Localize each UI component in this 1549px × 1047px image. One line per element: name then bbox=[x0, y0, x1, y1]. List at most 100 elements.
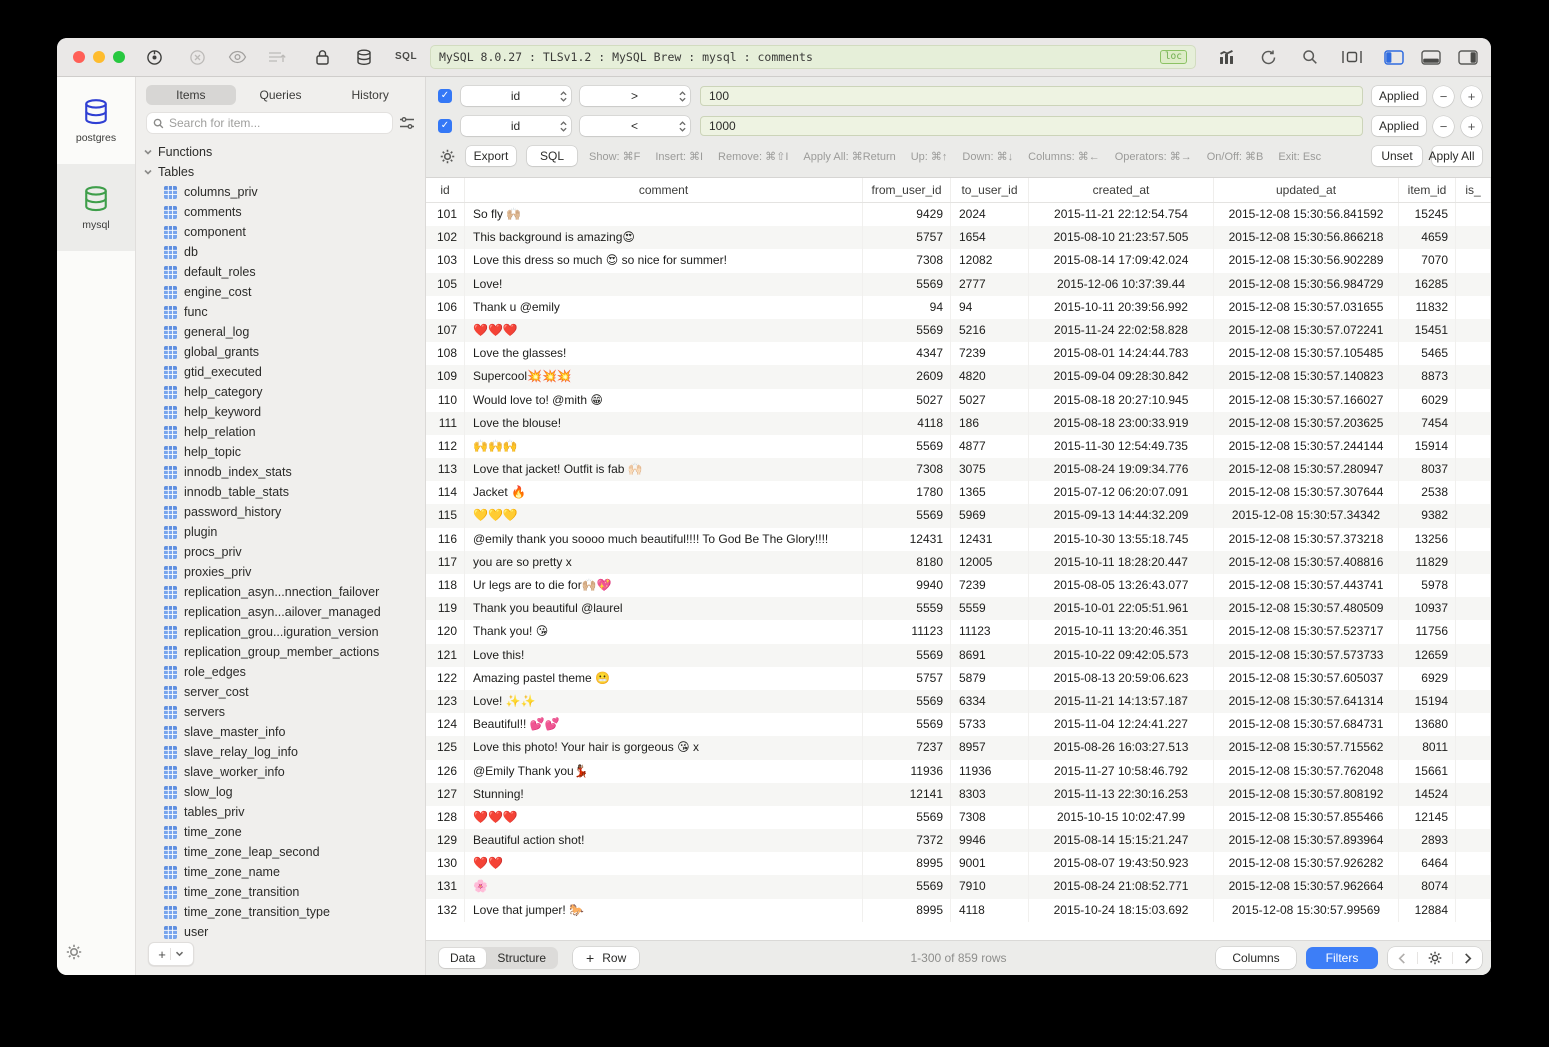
cell-created_at[interactable]: 2015-11-24 22:02:58.828 bbox=[1029, 319, 1214, 342]
cell-from_user_id[interactable]: 5559 bbox=[863, 597, 951, 620]
table-row[interactable]: 128❤️❤️❤️556973082015-10-15 10:02:47.992… bbox=[426, 806, 1491, 829]
cell-updated_at[interactable]: 2015-12-08 15:30:57.408816 bbox=[1214, 551, 1399, 574]
filter-value-input[interactable]: 1000 bbox=[700, 116, 1363, 136]
cell-is[interactable] bbox=[1456, 644, 1491, 667]
cell-created_at[interactable]: 2015-11-30 12:54:49.735 bbox=[1029, 435, 1214, 458]
cell-updated_at[interactable]: 2015-12-08 15:30:57.34342 bbox=[1214, 504, 1399, 527]
cell-comment[interactable]: ❤️❤️ bbox=[465, 852, 863, 875]
cell-created_at[interactable]: 2015-08-05 13:26:43.077 bbox=[1029, 574, 1214, 597]
cell-updated_at[interactable]: 2015-12-08 15:30:57.523717 bbox=[1214, 620, 1399, 643]
cell-comment[interactable]: Love the blouse! bbox=[465, 412, 863, 435]
connect-icon[interactable] bbox=[144, 47, 164, 67]
cell-from_user_id[interactable]: 8180 bbox=[863, 551, 951, 574]
cell-created_at[interactable]: 2015-10-11 18:28:20.447 bbox=[1029, 551, 1214, 574]
search-input[interactable]: Search for item... bbox=[146, 112, 393, 134]
cell-to_user_id[interactable]: 4877 bbox=[951, 435, 1029, 458]
cell-from_user_id[interactable]: 11123 bbox=[863, 620, 951, 643]
layout-center-icon[interactable] bbox=[1342, 47, 1362, 67]
table-row[interactable]: 111Love the blouse!41181862015-08-18 23:… bbox=[426, 412, 1491, 435]
cell-updated_at[interactable]: 2015-12-08 15:30:57.715562 bbox=[1214, 736, 1399, 759]
column-header-comment[interactable]: comment bbox=[465, 178, 863, 202]
cell-to_user_id[interactable]: 5216 bbox=[951, 319, 1029, 342]
cell-from_user_id[interactable]: 5569 bbox=[863, 504, 951, 527]
sidebar-table-item[interactable]: tables_priv bbox=[136, 802, 425, 822]
table-row[interactable]: 103Love this dress so much 😍 so nice for… bbox=[426, 249, 1491, 272]
sidebar-table-item[interactable]: help_topic bbox=[136, 442, 425, 462]
minimize-button[interactable] bbox=[93, 51, 105, 63]
filter-column-select[interactable]: id bbox=[461, 86, 571, 106]
cell-from_user_id[interactable]: 7237 bbox=[863, 736, 951, 759]
cell-item_id[interactable]: 13256 bbox=[1399, 528, 1456, 551]
cell-id[interactable]: 110 bbox=[426, 389, 465, 412]
cell-is[interactable] bbox=[1456, 412, 1491, 435]
zoom-button[interactable] bbox=[113, 51, 125, 63]
remove-filter-button[interactable]: − bbox=[1433, 116, 1454, 137]
cell-to_user_id[interactable]: 9001 bbox=[951, 852, 1029, 875]
cell-updated_at[interactable]: 2015-12-08 15:30:56.984729 bbox=[1214, 273, 1399, 296]
cell-from_user_id[interactable]: 94 bbox=[863, 296, 951, 319]
cell-created_at[interactable]: 2015-07-12 06:20:07.091 bbox=[1029, 481, 1214, 504]
cell-comment[interactable]: Amazing pastel theme 😬 bbox=[465, 667, 863, 690]
cell-comment[interactable]: Thank u @emily bbox=[465, 296, 863, 319]
cell-to_user_id[interactable]: 5879 bbox=[951, 667, 1029, 690]
cell-to_user_id[interactable]: 5733 bbox=[951, 713, 1029, 736]
chevron-left-icon[interactable] bbox=[1398, 953, 1406, 964]
cell-id[interactable]: 120 bbox=[426, 620, 465, 643]
cell-id[interactable]: 121 bbox=[426, 644, 465, 667]
sidebar-table-item[interactable]: time_zone_transition_type bbox=[136, 902, 425, 922]
cell-comment[interactable]: Love! bbox=[465, 273, 863, 296]
cell-comment[interactable]: @Emily Thank you💃🏾 bbox=[465, 760, 863, 783]
cell-item_id[interactable]: 2893 bbox=[1399, 829, 1456, 852]
cell-is[interactable] bbox=[1456, 551, 1491, 574]
cell-updated_at[interactable]: 2015-12-08 15:30:57.203625 bbox=[1214, 412, 1399, 435]
cell-updated_at[interactable]: 2015-12-08 15:30:57.641314 bbox=[1214, 690, 1399, 713]
sidebar-table-item[interactable]: innodb_table_stats bbox=[136, 482, 425, 502]
filter-value-input[interactable]: 100 bbox=[700, 86, 1363, 106]
cell-to_user_id[interactable]: 1654 bbox=[951, 226, 1029, 249]
cell-item_id[interactable]: 8074 bbox=[1399, 875, 1456, 898]
cell-from_user_id[interactable]: 5569 bbox=[863, 435, 951, 458]
cell-is[interactable] bbox=[1456, 203, 1491, 226]
cell-item_id[interactable]: 7070 bbox=[1399, 249, 1456, 272]
cell-comment[interactable]: you are so pretty x bbox=[465, 551, 863, 574]
sidebar-table-item[interactable]: gtid_executed bbox=[136, 362, 425, 382]
cell-is[interactable] bbox=[1456, 481, 1491, 504]
cell-comment[interactable]: Thank you! 😘 bbox=[465, 620, 863, 643]
cell-id[interactable]: 106 bbox=[426, 296, 465, 319]
tab-structure[interactable]: Structure bbox=[486, 948, 557, 968]
sidebar-table-item[interactable]: engine_cost bbox=[136, 282, 425, 302]
cell-id[interactable]: 128 bbox=[426, 806, 465, 829]
cell-id[interactable]: 115 bbox=[426, 504, 465, 527]
filter-operator-select[interactable]: < bbox=[580, 116, 690, 136]
cell-to_user_id[interactable]: 4820 bbox=[951, 365, 1029, 388]
cell-item_id[interactable]: 12659 bbox=[1399, 644, 1456, 667]
cell-item_id[interactable]: 2538 bbox=[1399, 481, 1456, 504]
cell-is[interactable] bbox=[1456, 273, 1491, 296]
sidebar-table-item[interactable]: help_keyword bbox=[136, 402, 425, 422]
cell-to_user_id[interactable]: 11123 bbox=[951, 620, 1029, 643]
cell-id[interactable]: 129 bbox=[426, 829, 465, 852]
column-header-id[interactable]: id bbox=[426, 178, 465, 202]
cell-id[interactable]: 101 bbox=[426, 203, 465, 226]
table-row[interactable]: 125Love this photo! Your hair is gorgeou… bbox=[426, 736, 1491, 759]
cell-is[interactable] bbox=[1456, 528, 1491, 551]
cell-updated_at[interactable]: 2015-12-08 15:30:57.140823 bbox=[1214, 365, 1399, 388]
table-row[interactable]: 126@Emily Thank you💃🏾11936119362015-11-2… bbox=[426, 760, 1491, 783]
cell-item_id[interactable]: 13680 bbox=[1399, 713, 1456, 736]
panel-bottom-icon[interactable] bbox=[1421, 47, 1441, 67]
table-row[interactable]: 114Jacket 🔥178013652015-07-12 06:20:07.0… bbox=[426, 481, 1491, 504]
table-row[interactable]: 118Ur legs are to die for🙌🏼💖994072392015… bbox=[426, 574, 1491, 597]
cell-is[interactable] bbox=[1456, 574, 1491, 597]
cell-to_user_id[interactable]: 3075 bbox=[951, 458, 1029, 481]
cell-created_at[interactable]: 2015-08-26 16:03:27.513 bbox=[1029, 736, 1214, 759]
cell-from_user_id[interactable]: 2609 bbox=[863, 365, 951, 388]
cell-comment[interactable]: 🙌🙌🙌 bbox=[465, 435, 863, 458]
cell-to_user_id[interactable]: 9946 bbox=[951, 829, 1029, 852]
add-filter-button[interactable]: + bbox=[1461, 116, 1482, 137]
cell-from_user_id[interactable]: 12431 bbox=[863, 528, 951, 551]
cell-from_user_id[interactable]: 9429 bbox=[863, 203, 951, 226]
cell-is[interactable] bbox=[1456, 597, 1491, 620]
table-row[interactable]: 102This background is amazing😍5757165420… bbox=[426, 226, 1491, 249]
column-header-updated_at[interactable]: updated_at bbox=[1214, 178, 1399, 202]
cell-from_user_id[interactable]: 5569 bbox=[863, 875, 951, 898]
